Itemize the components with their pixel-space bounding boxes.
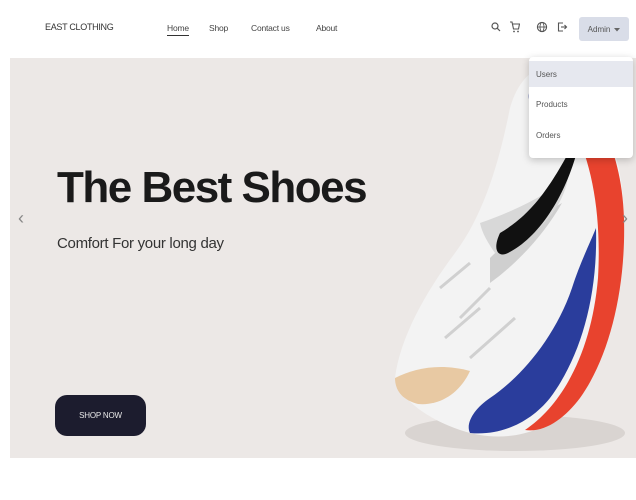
dropdown-item-products[interactable]: Products — [529, 91, 633, 117]
shop-now-button[interactable]: SHOP NOW — [55, 395, 146, 436]
dropdown-item-users[interactable]: Users — [529, 61, 633, 87]
hero-subtitle: Comfort For your long day — [57, 235, 224, 252]
cart-icon[interactable] — [507, 19, 521, 35]
search-icon[interactable] — [489, 19, 503, 35]
nav-link-home[interactable]: Home — [167, 23, 189, 36]
nav-link-contact[interactable]: Contact us — [251, 23, 290, 33]
globe-icon[interactable] — [535, 19, 549, 35]
chevron-down-icon — [614, 25, 621, 34]
hero-title: The Best Shoes — [57, 163, 368, 212]
admin-dropdown-button[interactable]: Admin — [579, 17, 629, 41]
admin-dropdown-menu: Users Products Orders — [529, 57, 633, 158]
nav-link-about[interactable]: About — [316, 23, 337, 33]
carousel-prev-arrow[interactable]: ‹ — [18, 208, 24, 229]
nav-link-shop[interactable]: Shop — [209, 23, 228, 33]
admin-label: Admin — [587, 24, 611, 34]
dropdown-item-orders[interactable]: Orders — [529, 122, 633, 148]
brand-logo[interactable]: EAST CLOTHING — [45, 22, 114, 32]
navbar: EAST CLOTHING Home Shop Contact us About… — [0, 0, 636, 58]
logout-icon[interactable] — [555, 19, 569, 35]
carousel-next-arrow[interactable]: › — [622, 208, 628, 229]
